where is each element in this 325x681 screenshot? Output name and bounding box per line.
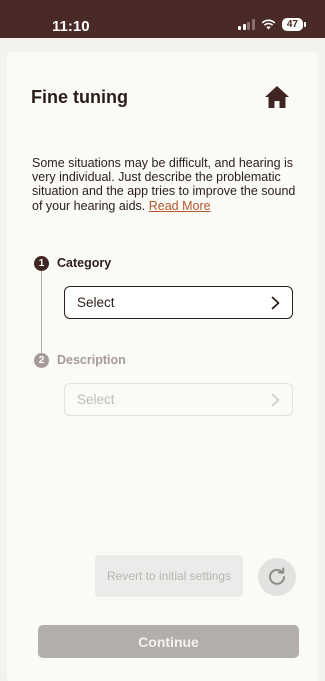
status-icons: 47 (238, 18, 307, 31)
wifi-icon (261, 19, 276, 30)
continue-button[interactable]: Continue (38, 625, 299, 658)
status-time: 11:10 (52, 18, 90, 35)
step-1-badge: 1 (34, 256, 49, 271)
home-icon[interactable] (264, 85, 290, 109)
battery-icon: 47 (281, 18, 307, 31)
status-bar: 11:10 47 (0, 0, 325, 38)
refresh-icon (269, 567, 285, 585)
category-select[interactable]: Select (64, 286, 293, 319)
category-select-value: Select (77, 295, 115, 310)
revert-button[interactable] (258, 558, 296, 596)
chevron-right-icon (271, 393, 280, 406)
step-connector (41, 271, 42, 353)
signal-icon (238, 19, 255, 30)
chevron-right-icon (271, 296, 280, 309)
read-more-link[interactable]: Read More (149, 199, 211, 213)
step-2-badge: 2 (34, 353, 49, 368)
step-2-label: Description (57, 353, 126, 367)
intro-text: Some situations may be difficult, and he… (32, 156, 302, 213)
step-1-label: Category (57, 256, 112, 270)
page-title: Fine tuning (31, 87, 128, 107)
revert-tooltip: Revert to initial settings (95, 555, 243, 597)
description-select-value: Select (77, 392, 115, 407)
description-select[interactable]: Select (64, 383, 293, 416)
